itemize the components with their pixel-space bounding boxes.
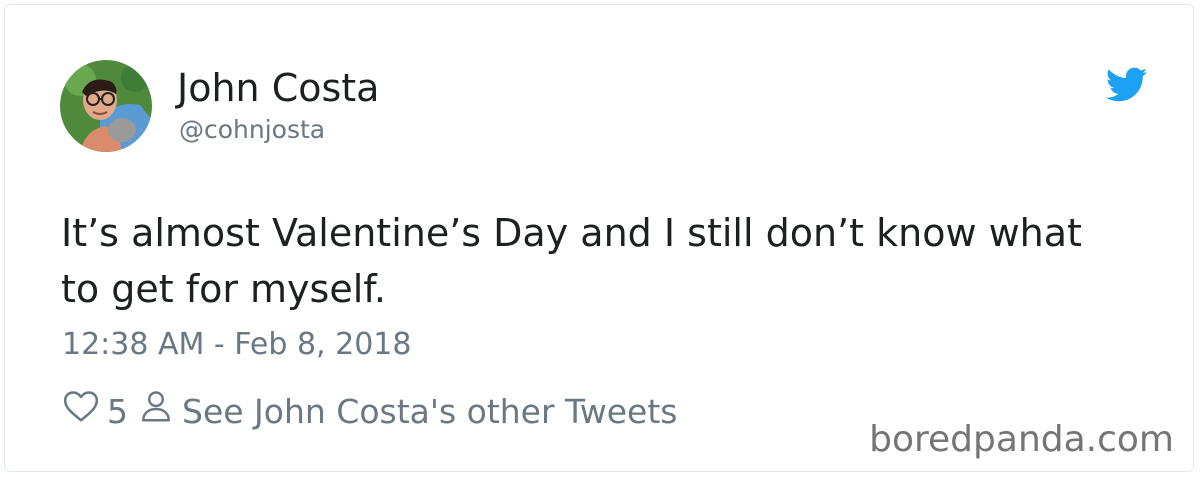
tweet-timestamp[interactable]: 12:38 AM - Feb 8, 2018 xyxy=(62,325,411,365)
twitter-bird-icon[interactable] xyxy=(1105,67,1148,103)
like-count: 5 xyxy=(107,391,128,431)
author-name[interactable]: John Costa xyxy=(177,65,379,111)
tweet-actions: 5 See John Costa's other Tweets xyxy=(61,387,677,436)
like-button[interactable]: 5 xyxy=(61,387,128,436)
other-tweets-link[interactable]: See John Costa's other Tweets xyxy=(128,387,677,436)
author-handle[interactable]: @cohnjosta xyxy=(179,115,325,145)
heart-icon xyxy=(61,387,107,436)
other-tweets-label: See John Costa's other Tweets xyxy=(182,391,678,431)
watermark: boredpanda.com xyxy=(869,419,1174,460)
tweet-card: John Costa @cohnjosta It’s almost Valent… xyxy=(4,4,1194,472)
avatar[interactable] xyxy=(60,60,152,152)
tweet-text: It’s almost Valentine’s Day and I still … xyxy=(61,211,1082,311)
person-icon xyxy=(128,387,182,436)
